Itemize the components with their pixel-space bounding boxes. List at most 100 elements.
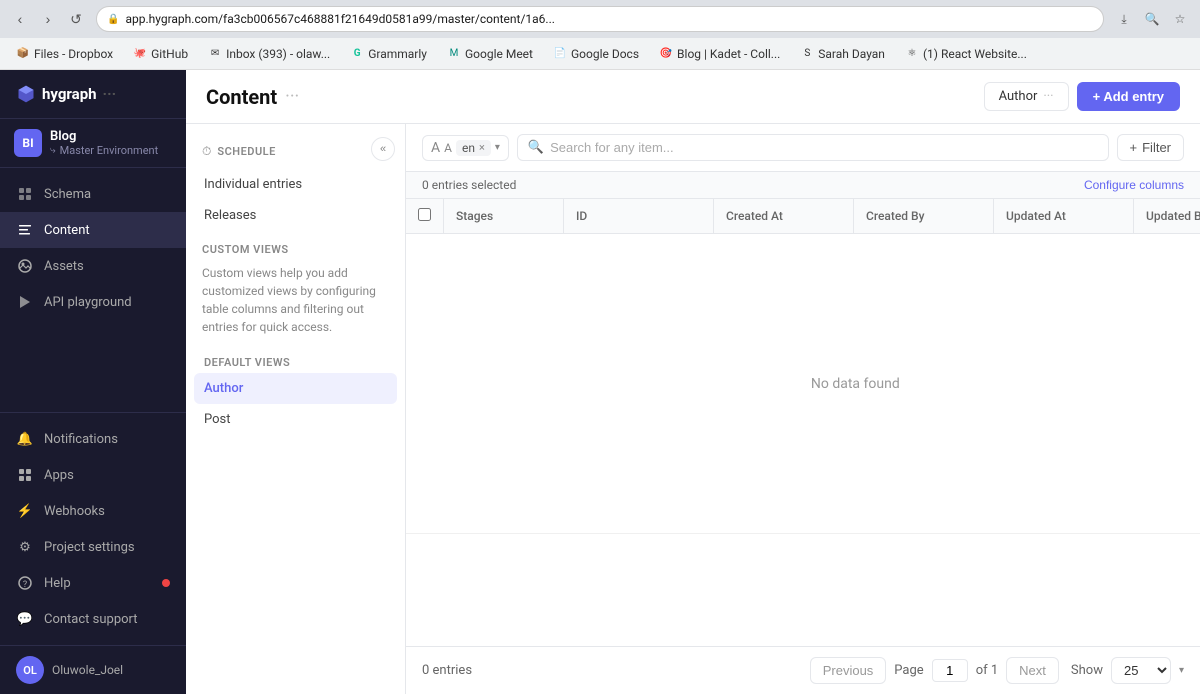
project-settings-icon: ⚙ <box>16 538 34 556</box>
pagination: Previous Page of 1 Next <box>810 657 1059 684</box>
workspace-name: Blog <box>50 129 158 144</box>
bookmark-icon[interactable]: ☆ <box>1168 7 1192 31</box>
help-icon: ? <box>16 574 34 592</box>
help-label: Help <box>44 576 71 591</box>
schedule-header: ⏱ SCHEDULE <box>202 134 276 163</box>
author-view-label: Author <box>204 381 243 396</box>
sidebar-item-project-settings[interactable]: ⚙ Project settings <box>0 529 186 565</box>
sidebar-bottom-nav: 🔔 Notifications Apps ⚡ Webhooks ⚙ Projec… <box>0 412 186 645</box>
bookmark-blog[interactable]: 🎯 Blog | Kadet - Coll... <box>651 42 788 66</box>
content-table: Stages ID Created At Created By <box>406 199 1200 534</box>
page-number-input[interactable] <box>932 659 968 682</box>
hygraph-logo-text: hygraph <box>42 85 97 103</box>
meet-icon: M <box>447 47 461 61</box>
author-tab-button[interactable]: Author ··· <box>984 82 1069 111</box>
bookmark-blog-label: Blog | Kadet - Coll... <box>677 47 780 61</box>
updated-at-column-header: Updated At <box>994 199 1134 234</box>
sidebar-item-api-playground[interactable]: API playground <box>0 284 186 320</box>
filter-button[interactable]: + Filter <box>1117 134 1184 161</box>
configure-columns-button[interactable]: Configure columns <box>1084 178 1184 192</box>
sidebar-item-help[interactable]: ? Help <box>0 565 186 601</box>
apps-label: Apps <box>44 468 74 483</box>
custom-views-section: CUSTOM VIEWS Custom views help you add c… <box>186 231 405 348</box>
updated-by-header-label: Updated By <box>1146 209 1200 223</box>
webhooks-label: Webhooks <box>44 504 105 519</box>
reload-button[interactable]: ↺ <box>64 7 88 31</box>
bookmark-docs-label: Google Docs <box>571 47 639 61</box>
releases-label: Releases <box>204 208 256 223</box>
bookmark-react-label: (1) React Website... <box>923 47 1027 61</box>
individual-entries-item[interactable]: Individual entries <box>194 169 397 200</box>
post-view-item[interactable]: Post <box>194 404 397 435</box>
sarah-icon: S <box>800 47 814 61</box>
address-text: app.hygraph.com/fa3cb006567c468881f21649… <box>125 12 1093 26</box>
bookmark-dropbox[interactable]: 📦 Files - Dropbox <box>8 42 121 66</box>
select-all-checkbox[interactable] <box>418 208 431 221</box>
forward-button[interactable]: › <box>36 7 60 31</box>
back-button[interactable]: ‹ <box>8 7 32 31</box>
search-input[interactable] <box>550 140 1097 155</box>
sidebar-item-schema[interactable]: Schema <box>0 176 186 212</box>
sidebar-item-webhooks[interactable]: ⚡ Webhooks <box>0 493 186 529</box>
schema-label: Schema <box>44 187 91 202</box>
bookmark-react[interactable]: ⚛ (1) React Website... <box>897 42 1035 66</box>
webhooks-icon: ⚡ <box>16 502 34 520</box>
help-notification-dot <box>162 579 170 587</box>
download-icon[interactable]: ⤓ <box>1112 7 1136 31</box>
previous-page-button[interactable]: Previous <box>810 657 887 684</box>
user-avatar: OL <box>16 656 44 684</box>
collapse-panel-button[interactable]: « <box>371 137 395 161</box>
next-page-button[interactable]: Next <box>1006 657 1059 684</box>
chevron-down-icon: ▾ <box>1179 665 1184 676</box>
default-views-section: DEFAULT VIEWS Author Post <box>186 348 405 443</box>
notifications-label: Notifications <box>44 432 118 447</box>
contact-support-icon: 💬 <box>16 610 34 628</box>
bookmark-inbox[interactable]: ✉ Inbox (393) - olaw... <box>200 42 338 66</box>
bookmark-github[interactable]: 🐙 GitHub <box>125 42 196 66</box>
content-title-menu-icon[interactable]: ··· <box>285 86 299 107</box>
workspace-selector[interactable]: BI Blog ⤷ Master Environment <box>0 119 186 168</box>
bookmark-grammarly[interactable]: G Grammarly <box>342 42 435 66</box>
app-layout: hygraph ··· BI Blog ⤷ Master Environment… <box>0 70 1200 694</box>
project-settings-label: Project settings <box>44 540 135 555</box>
tab-menu-icon: ··· <box>1043 89 1053 104</box>
individual-entries-label: Individual entries <box>204 177 302 192</box>
table-body: No data found <box>406 234 1200 534</box>
sidebar-item-notifications[interactable]: 🔔 Notifications <box>0 421 186 457</box>
locale-selector[interactable]: A A en × ▾ <box>422 135 509 161</box>
bookmark-meet[interactable]: M Google Meet <box>439 42 541 66</box>
left-panel: ⏱ SCHEDULE « Individual entries Releases… <box>186 124 406 694</box>
show-per-page: Show 25 50 100 ▾ <box>1071 657 1184 684</box>
no-data-cell: No data found <box>406 234 1200 534</box>
sidebar: hygraph ··· BI Blog ⤷ Master Environment… <box>0 70 186 694</box>
browser-chrome: ‹ › ↺ 🔒 app.hygraph.com/fa3cb006567c4688… <box>0 0 1200 38</box>
releases-item[interactable]: Releases <box>194 200 397 231</box>
sidebar-item-content[interactable]: Content <box>0 212 186 248</box>
add-entry-button[interactable]: + Add entry <box>1077 82 1180 111</box>
locale-remove-button[interactable]: × <box>479 141 485 154</box>
author-view-item[interactable]: Author <box>194 373 397 404</box>
address-bar[interactable]: 🔒 app.hygraph.com/fa3cb006567c468881f216… <box>96 6 1104 32</box>
sidebar-item-assets[interactable]: Assets <box>0 248 186 284</box>
api-playground-icon <box>16 293 34 311</box>
sidebar-item-apps[interactable]: Apps <box>0 457 186 493</box>
show-label: Show <box>1071 663 1103 678</box>
bookmark-docs[interactable]: 📄 Google Docs <box>545 42 647 66</box>
created-at-column-header: Created At <box>714 199 854 234</box>
assets-icon <box>16 257 34 275</box>
rows-per-page-select[interactable]: 25 50 100 <box>1111 657 1171 684</box>
lock-icon: 🔒 <box>107 14 119 25</box>
search-icon[interactable]: 🔍 <box>1140 7 1164 31</box>
id-header-label: ID <box>576 209 587 223</box>
table-container: 0 entries selected Configure columns Sta… <box>406 172 1200 646</box>
workspace-info: Blog ⤷ Master Environment <box>50 129 158 157</box>
sidebar-navigation: Schema Content Assets API playground <box>0 168 186 412</box>
user-profile[interactable]: OL Oluwole_Joel <box>0 645 186 694</box>
sidebar-item-contact-support[interactable]: 💬 Contact support <box>0 601 186 637</box>
entries-selected-count: 0 entries selected <box>422 178 516 192</box>
bookmark-dropbox-label: Files - Dropbox <box>34 47 113 61</box>
hygraph-logo-icon <box>16 84 36 104</box>
inbox-icon: ✉ <box>208 47 222 61</box>
bookmark-sarah[interactable]: S Sarah Dayan <box>792 42 893 66</box>
hygraph-logo[interactable]: hygraph ··· <box>16 84 116 104</box>
